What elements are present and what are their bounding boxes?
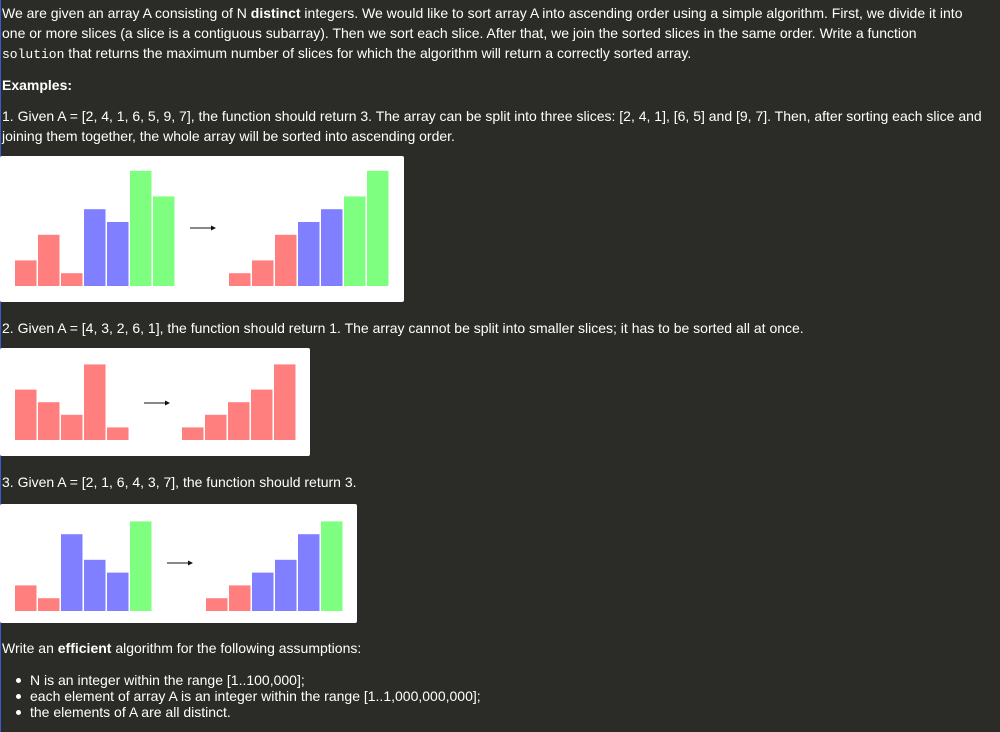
sorted-bar bbox=[275, 559, 297, 611]
assumptions-list: N is an integer within the range [1..100… bbox=[16, 672, 481, 720]
example-1-line-2: joining them together, the whole array w… bbox=[2, 128, 455, 144]
sorted-bar bbox=[298, 222, 320, 286]
intro-line-3: solution that returns the maximum number… bbox=[2, 43, 962, 65]
sorted-bar bbox=[205, 414, 227, 440]
original-bar bbox=[107, 572, 129, 611]
sorted-bar bbox=[275, 234, 297, 286]
original-bar bbox=[130, 521, 152, 611]
examples-heading: Examples: bbox=[2, 77, 73, 93]
original-bar bbox=[84, 364, 106, 440]
assumption-item: the elements of A are all distinct. bbox=[16, 704, 481, 720]
example-1-line-1: 1. Given A = [2, 4, 1, 6, 5, 9, 7], the … bbox=[2, 108, 982, 124]
example-2-line-1: 2. Given A = [4, 3, 2, 6, 1], the functi… bbox=[2, 320, 804, 336]
sorted-bar bbox=[321, 521, 343, 611]
original-bar bbox=[84, 559, 106, 611]
sorted-bar bbox=[274, 364, 296, 440]
problem-statement: We are given an array A consisting of N … bbox=[2, 3, 962, 65]
example-3-line-1: 3. Given A = [2, 1, 6, 4, 3, 7], the fun… bbox=[2, 474, 357, 490]
original-bar bbox=[61, 414, 83, 440]
sorted-bar bbox=[298, 534, 320, 611]
original-bar bbox=[38, 402, 60, 440]
original-bar bbox=[15, 389, 37, 440]
sorted-bar bbox=[344, 196, 366, 286]
intro-text: integers. We would like to sort array A … bbox=[300, 5, 963, 21]
assumptions-bold-efficient: efficient bbox=[57, 640, 112, 656]
original-bar bbox=[38, 234, 60, 286]
sorted-bar bbox=[182, 427, 204, 440]
sorted-bar bbox=[252, 572, 274, 611]
intro-line-2: one or more slices (a slice is a contigu… bbox=[2, 25, 917, 41]
sorted-bar bbox=[252, 260, 274, 286]
example-3-figure bbox=[0, 504, 357, 623]
arrow-head-icon bbox=[165, 400, 170, 406]
sorted-bar bbox=[229, 273, 251, 286]
example-3-text: 3. Given A = [2, 1, 6, 4, 3, 7], the fun… bbox=[2, 472, 357, 492]
assumptions-intro-text: Write an bbox=[2, 640, 58, 656]
arrow-head-icon bbox=[211, 225, 216, 231]
original-bar bbox=[107, 427, 129, 440]
sorted-bar bbox=[367, 170, 389, 286]
example-2-figure bbox=[0, 348, 310, 456]
original-bar bbox=[130, 170, 152, 286]
assumption-item: N is an integer within the range [1..100… bbox=[16, 672, 481, 688]
original-bar bbox=[15, 585, 37, 611]
sorted-bar bbox=[228, 402, 250, 440]
sorted-bar bbox=[206, 598, 228, 611]
sorted-bar bbox=[251, 389, 273, 440]
original-bar bbox=[38, 598, 60, 611]
example-1-figure bbox=[0, 156, 404, 302]
sorted-bar bbox=[229, 585, 251, 611]
original-bar bbox=[84, 209, 106, 286]
original-bar bbox=[61, 273, 83, 286]
intro-bold-distinct: distinct bbox=[250, 5, 301, 21]
original-bar bbox=[61, 534, 83, 611]
example-2-text: 2. Given A = [4, 3, 2, 6, 1], the functi… bbox=[2, 318, 804, 338]
assumption-item: each element of array A is an integer wi… bbox=[16, 688, 481, 704]
example-2-diagram bbox=[15, 364, 296, 440]
example-1-text: 1. Given A = [2, 4, 1, 6, 5, 9, 7], the … bbox=[2, 106, 982, 146]
example-3-diagram bbox=[15, 521, 343, 611]
original-bar bbox=[15, 260, 37, 286]
original-bar bbox=[153, 196, 175, 286]
code-solution: solution bbox=[2, 47, 65, 62]
example-1-diagram bbox=[15, 170, 389, 286]
sorted-bar bbox=[321, 209, 343, 286]
assumptions-intro: Write an efficient algorithm for the fol… bbox=[2, 638, 361, 658]
intro-text: that returns the maximum number of slice… bbox=[64, 45, 692, 61]
assumptions-intro-text: algorithm for the following assumptions: bbox=[111, 640, 362, 656]
intro-text: We are given an array A consisting of N bbox=[2, 5, 251, 21]
intro-line-1: We are given an array A consisting of N … bbox=[2, 3, 962, 23]
arrow-head-icon bbox=[188, 560, 193, 566]
original-bar bbox=[107, 222, 129, 286]
